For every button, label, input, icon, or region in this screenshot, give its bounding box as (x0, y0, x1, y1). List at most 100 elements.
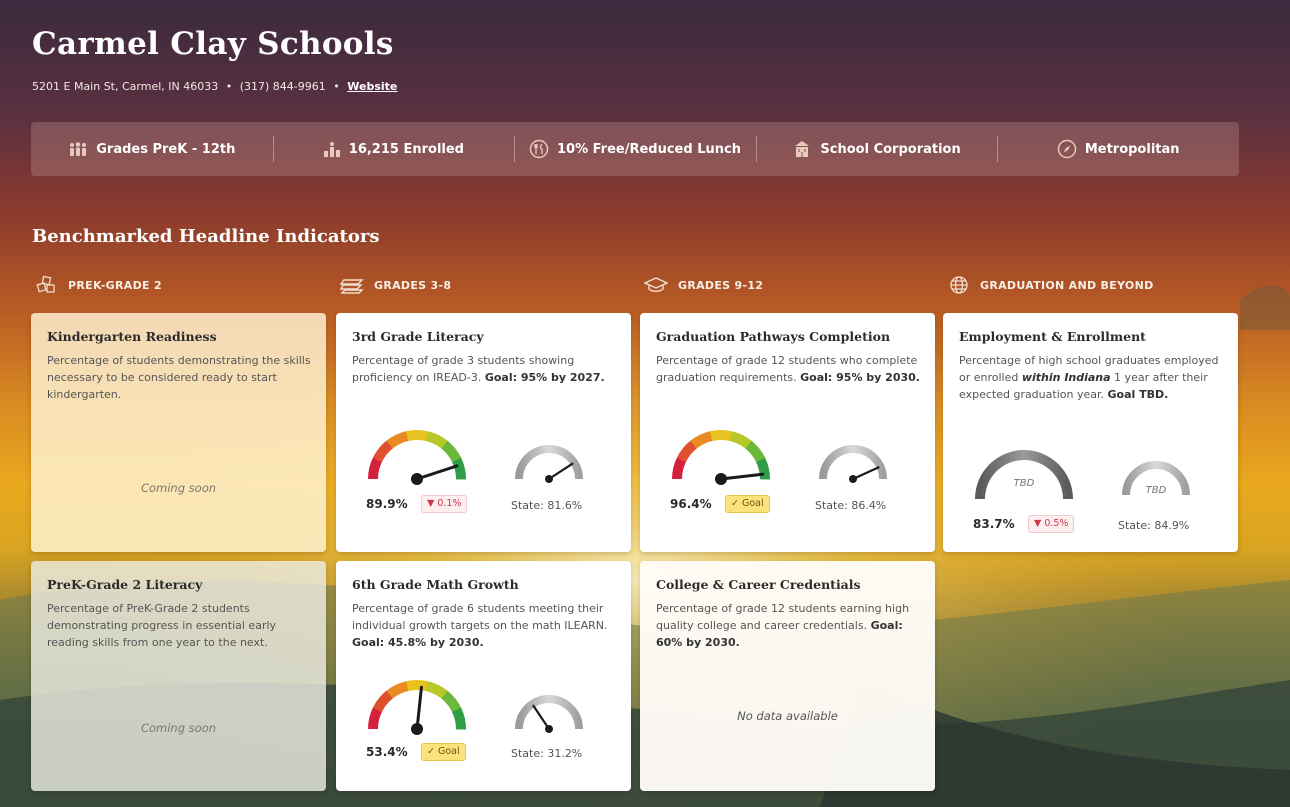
card-title: Employment & Enrollment (959, 329, 1146, 344)
column-label: GRADUATION AND BEYOND (980, 278, 1154, 292)
separator: • (225, 80, 233, 93)
card-title: 6th Grade Math Growth (352, 577, 519, 592)
separator: • (333, 80, 340, 93)
page-content: Carmel Clay Schools 5201 E Main St, Carm… (0, 0, 1290, 807)
graduation-cap-icon (644, 276, 668, 294)
district-value: 96.4% (670, 497, 712, 511)
coming-soon: Coming soon (140, 481, 217, 495)
gauge-arc-segment (672, 457, 687, 480)
gauge-arc-segment (372, 440, 394, 463)
column-header-grades-9-12: GRADES 9-12 (644, 274, 763, 296)
card-graduation-pathways[interactable]: Graduation Pathways Completion Percentag… (640, 313, 935, 552)
card-title: 3rd Grade Literacy (352, 329, 484, 344)
stat-grades: Grades PreK - 12th (31, 122, 273, 176)
card-title: College & Career Credentials (656, 577, 861, 592)
card-description: Percentage of grade 12 students earning … (656, 600, 921, 651)
gauge-arc (515, 695, 583, 730)
state-value: State: 31.2% (511, 747, 583, 760)
gauge-arc-segment (729, 431, 752, 449)
change-badge: ▼ 0.1% (421, 495, 468, 513)
card-description: Percentage of grade 3 students showing p… (352, 352, 617, 386)
goal-text: Goal: 95% by 2027. (484, 371, 605, 384)
gauge-hub (715, 473, 727, 485)
gauge-hub (545, 475, 553, 483)
stat-locale: Metropolitan (997, 122, 1239, 176)
no-data-message: No data available (737, 709, 838, 723)
card-prek-grade2-literacy[interactable]: PreK-Grade 2 Literacy Percentage of PreK… (31, 561, 326, 791)
section-title: Benchmarked Headline Indicators (32, 226, 380, 247)
state-gauge (515, 445, 583, 483)
globe-icon (948, 275, 970, 295)
school-address: 5201 E Main St, Carmel, IN 46033 (32, 80, 219, 93)
goal-badge: ✓ Goal (421, 743, 466, 761)
card-3rd-grade-literacy[interactable]: 3rd Grade Literacy Percentage of grade 3… (336, 313, 631, 552)
building-icon (792, 140, 812, 158)
description-text: Percentage of grade 6 students meeting t… (352, 602, 608, 632)
people-icon (68, 142, 88, 156)
books-icon (340, 276, 364, 294)
state-gauge-tbd-label: TBD (1145, 485, 1167, 496)
district-value: 53.4% (366, 745, 408, 759)
column-label: GRADES 9-12 (678, 278, 764, 292)
card-college-career-credentials[interactable]: College & Career Credentials Percentage … (640, 561, 935, 791)
card-title: PreK-Grade 2 Literacy (47, 577, 203, 592)
card-description: Percentage of PreK-Grade 2 students demo… (47, 602, 277, 649)
gauge-arc-segment (386, 431, 409, 449)
card-kindergarten-readiness[interactable]: Kindergarten Readiness Percentage of stu… (31, 313, 326, 552)
stat-label: 16,215 Enrolled (348, 141, 464, 157)
website-link[interactable]: Website (347, 80, 397, 93)
stat-label: Metropolitan (1084, 141, 1180, 157)
gauge-hub (411, 473, 423, 485)
gauge-arc-segment (452, 457, 466, 480)
gauge-arc (819, 445, 887, 480)
district-gauge (975, 450, 1073, 500)
card-title: Kindergarten Readiness (47, 329, 217, 344)
state-gauge (819, 445, 887, 483)
enrolled-icon (323, 141, 341, 157)
gauge-hub (545, 725, 553, 733)
card-6th-grade-math-growth[interactable]: 6th Grade Math Growth Percentage of grad… (336, 561, 631, 791)
goal-text: Goal TBD. (1107, 388, 1169, 401)
stats-bar: Grades PreK - 12th 16,215 Enrolled 10% F… (31, 122, 1239, 176)
district-value: 89.9% (366, 497, 408, 511)
gauge-tbd-label: TBD (1013, 478, 1035, 489)
gauge-arc-segment (441, 690, 462, 713)
card-description: Percentage of high school graduates empl… (959, 352, 1224, 403)
stat-lunch: 10% Free/Reduced Lunch (514, 122, 756, 176)
district-gauge (368, 680, 466, 735)
state-value: State: 81.6% (511, 499, 583, 512)
gauge-arc-segment (452, 707, 466, 730)
gauge-arc-segment (756, 457, 770, 480)
school-phone: (317) 844-9961 (239, 80, 326, 93)
gauge-arc-segment (425, 681, 448, 699)
stat-label: 10% Free/Reduced Lunch (556, 141, 741, 157)
stat-label: School Corporation (820, 141, 961, 157)
coming-soon: Coming soon (140, 721, 217, 735)
gauge-hub (411, 723, 423, 735)
gauge-arc (975, 450, 1073, 500)
column-label: PREK-GRADE 2 (68, 278, 162, 292)
stat-label: Grades PreK - 12th (96, 141, 236, 157)
compass-icon (1057, 139, 1077, 159)
goal-text: Goal: 45.8% by 2030. (352, 636, 484, 649)
school-contact: 5201 E Main St, Carmel, IN 46033 • (317)… (32, 80, 397, 93)
gauge-arc-segment (710, 430, 733, 442)
gauge-hub (849, 475, 857, 483)
column-label: GRADES 3-8 (374, 278, 452, 292)
card-title: Graduation Pathways Completion (656, 329, 891, 344)
card-description: Percentage of grade 12 students who comp… (656, 352, 921, 386)
column-header-graduation-beyond: GRADUATION AND BEYOND (948, 274, 1154, 296)
stat-enrolled: 16,215 Enrolled (272, 122, 515, 176)
state-gauge (515, 695, 583, 733)
school-name: Carmel Clay Schools (32, 26, 394, 62)
state-value: State: 86.4% (815, 499, 887, 512)
goal-badge: ✓ Goal (725, 495, 770, 513)
goal-text: Goal: 95% by 2030. (800, 371, 920, 384)
change-badge: ▼ 0.5% (1028, 515, 1075, 533)
gauge-needle (851, 466, 880, 481)
gauge-arc-segment (386, 681, 409, 699)
stat-type: School Corporation (755, 122, 998, 176)
gauge-arc-segment (372, 690, 394, 713)
card-employment-enrollment[interactable]: Employment & Enrollment Percentage of hi… (943, 313, 1238, 552)
card-description: Percentage of grade 6 students meeting t… (352, 600, 617, 651)
